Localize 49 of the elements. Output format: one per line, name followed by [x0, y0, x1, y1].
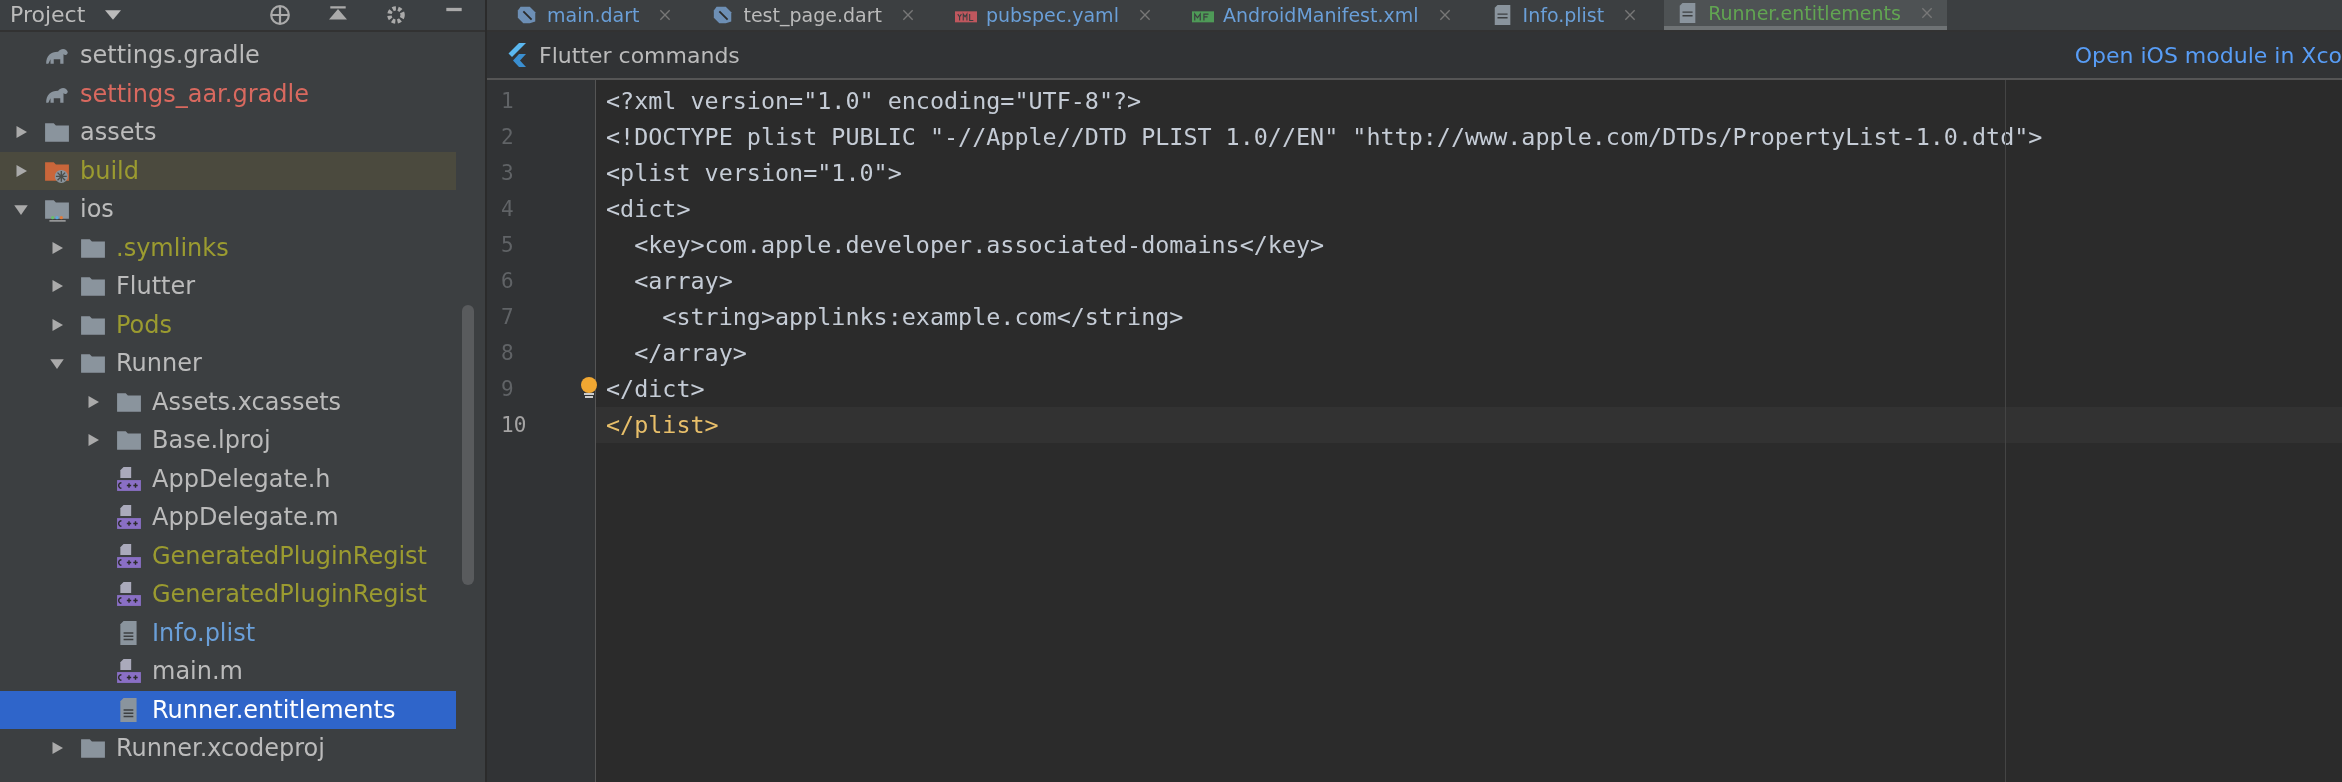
target-icon[interactable] — [269, 4, 291, 26]
code-line: </plist> — [606, 411, 719, 439]
tree-item[interactable]: settings_aar.gradle — [0, 74, 456, 113]
tree-item[interactable]: .symlinks — [0, 228, 456, 267]
lightbulb-icon[interactable] — [579, 376, 599, 400]
scrollbar[interactable] — [462, 305, 474, 585]
caret-icon[interactable] — [105, 10, 122, 20]
code-line: <!DOCTYPE plist PUBLIC "-//Apple//DTD PLIST 1.0//EN" "http://www.apple.com/DTDs/PropertyList-1.0.dtd"> — [606, 123, 2043, 151]
cpp-file-icon — [116, 504, 142, 531]
code-line: <string>applinks:example.com</string> — [661, 303, 1184, 331]
code-line: </dict> — [606, 375, 705, 403]
tree-item[interactable]: AppDelegate.m — [0, 498, 456, 537]
code-line: <?xml version="1.0" encoding="UTF-8"?> — [606, 87, 1142, 115]
line-number: 10 — [501, 412, 528, 439]
tree-item[interactable]: settings.gradle — [0, 36, 456, 75]
cpp-file-icon — [116, 542, 142, 569]
settings-icon[interactable] — [385, 4, 407, 26]
tree-item[interactable]: Info.plist — [0, 613, 456, 652]
tree-item[interactable]: Runner — [0, 344, 456, 383]
code-line: </array> — [633, 339, 747, 367]
panel-title[interactable]: Project — [10, 0, 86, 30]
editor-tab[interactable]: pubspec.yaml — [941, 0, 1165, 30]
tree-item[interactable]: main.m — [0, 652, 456, 691]
code-line: <dict> — [606, 195, 691, 223]
flutter-icon — [507, 43, 527, 67]
cpp-file-icon — [116, 581, 142, 608]
tree-item[interactable]: Flutter — [0, 267, 456, 306]
toolbar-title: Flutter commands — [539, 42, 740, 68]
editor-tab[interactable]: main.dart — [503, 0, 686, 30]
cpp-file-icon — [116, 465, 142, 492]
tree-item[interactable]: AppDelegate.h — [0, 459, 456, 498]
open-ios-link[interactable]: Open iOS module in Xco — [2074, 42, 2342, 68]
tree-item[interactable]: Base.lproj — [0, 421, 456, 460]
tree-item[interactable]: assets — [0, 113, 456, 152]
tree-item[interactable]: Runner.entitlements — [0, 690, 456, 729]
tree-item[interactable]: Runner.xcodeproj — [0, 729, 456, 768]
cpp-file-icon — [116, 658, 142, 685]
editor-tab[interactable]: AndroidManifest.xml — [1178, 0, 1465, 30]
tree-item[interactable]: GeneratedPluginRegist — [0, 575, 456, 614]
editor-tab[interactable]: Info.plist — [1478, 0, 1651, 30]
code-line: <key>com.apple.developer.associated-domains</key> — [633, 231, 1325, 259]
tree-item[interactable]: Pods — [0, 305, 456, 344]
tree-item[interactable]: GeneratedPluginRegist — [0, 536, 456, 575]
tree-item[interactable]: ios — [0, 190, 456, 229]
editor-tab[interactable]: test_page.dart — [699, 0, 928, 30]
code-line: <plist version="1.0"> — [606, 159, 902, 187]
tree-item[interactable]: build — [0, 151, 456, 190]
tree-item[interactable]: Assets.xcassets — [0, 382, 456, 421]
code-line: <array> — [633, 267, 733, 295]
